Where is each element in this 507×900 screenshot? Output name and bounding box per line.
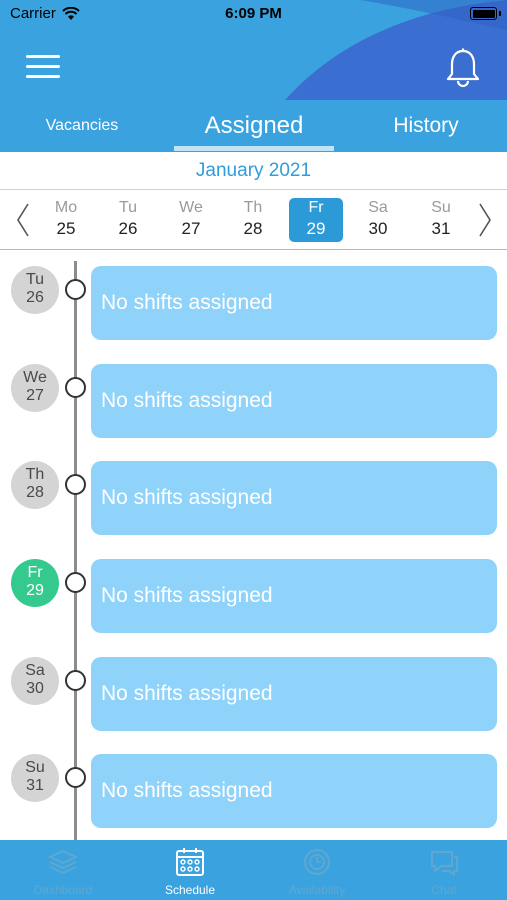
week-day-tu[interactable]: Tu 26 [101,198,155,242]
week-day-abbr: Su [431,199,451,216]
availability-icon [304,849,330,875]
status-time: 6:09 PM [225,5,282,22]
chevron-left-icon[interactable] [12,200,34,240]
battery-icon [470,7,497,20]
date-badge-abbr: Th [25,466,45,483]
date-badge: Tu 26 [11,266,59,314]
nav-label: Chat [431,883,457,897]
shift-card[interactable]: No shifts assigned [91,559,497,633]
date-badge: We 27 [11,364,59,412]
timeline-row: Th 28 No shifts assigned [0,461,507,537]
tab-bar: Vacancies Assigned History [0,100,507,152]
date-badge-number: 30 [26,680,44,697]
status-bar: Carrier 6:09 PM [0,0,507,30]
schedule-timeline: Tu 26 No shifts assigned We 27 No shifts… [0,251,507,841]
timeline-node-icon [65,670,86,691]
battery-tip [499,11,501,16]
week-day-we[interactable]: We 27 [164,198,218,242]
week-day-abbr: We [179,199,203,216]
bell-icon[interactable] [445,48,481,88]
menu-bar-icon [26,55,60,58]
calendar-icon [176,848,204,876]
tab-vacancies[interactable]: Vacancies [0,100,164,152]
date-badge-number: 28 [26,484,44,501]
timeline-row: Fr 29 No shifts assigned [0,559,507,635]
nav-dashboard[interactable]: Dashboard [0,840,126,900]
timeline-row: Su 31 No shifts assigned [0,754,507,830]
date-badge-abbr: Fr [27,564,43,581]
chevron-right-icon[interactable] [474,200,496,240]
app-header: Carrier 6:09 PM Vacancies Assigned Histo… [0,0,507,152]
tab-history[interactable]: History [344,100,507,152]
week-day-abbr: Th [243,199,263,216]
month-title: January 2021 [195,160,312,181]
nav-label: Availability [288,883,346,897]
timeline-node-icon [65,474,86,495]
week-day-abbr: Mo [54,199,78,216]
week-day-su[interactable]: Su 31 [414,198,468,242]
week-day-number: 25 [56,219,76,238]
date-badge-today: Fr 29 [11,559,59,607]
week-day-number: 29 [306,219,326,238]
shift-card[interactable]: No shifts assigned [91,657,497,731]
week-day-number: 26 [118,219,138,238]
timeline-node-icon [65,377,86,398]
shift-card[interactable]: No shifts assigned [91,461,497,535]
timeline-row: We 27 No shifts assigned [0,364,507,440]
timeline-node-icon [65,767,86,788]
week-day-th[interactable]: Th 28 [226,198,280,242]
shift-card[interactable]: No shifts assigned [91,266,497,340]
nav-label: Dashboard [33,883,93,897]
nav-schedule[interactable]: Schedule [127,840,253,900]
week-day-fr[interactable]: Fr 29 [289,198,343,242]
nav-chat[interactable]: Chat [381,840,507,900]
date-badge: Su 31 [11,754,59,802]
date-badge: Th 28 [11,461,59,509]
date-badge-number: 31 [26,777,44,794]
week-day-abbr: Tu [118,199,138,216]
nav-label: Schedule [164,883,216,897]
date-badge-abbr: Sa [25,662,45,679]
date-badge-number: 26 [26,289,44,306]
hamburger-menu-button[interactable] [26,55,60,81]
week-day-sa[interactable]: Sa 30 [351,198,405,242]
menu-bar-icon [26,75,60,78]
week-day-mo[interactable]: Mo 25 [39,198,93,242]
timeline-node-icon [65,279,86,300]
date-badge-abbr: Tu [25,271,45,288]
timeline-row: Tu 26 No shifts assigned [0,266,507,342]
shift-card[interactable]: No shifts assigned [91,754,497,828]
week-day-abbr: Sa [368,199,388,216]
bottom-navigation: Dashboard Schedule Availability Chat [0,840,507,900]
active-tab-indicator [174,146,334,151]
date-badge-abbr: Su [25,759,45,776]
nav-availability[interactable]: Availability [254,840,380,900]
timeline-node-icon [65,572,86,593]
week-day-abbr: Fr [308,199,324,216]
date-badge-number: 29 [26,582,44,599]
week-strip: Mo 25 Tu 26 We 27 Th 28 Fr 29 Sa 30 Su 3… [0,189,507,250]
date-badge-abbr: We [23,369,47,386]
menu-bar-icon [26,65,60,68]
week-day-number: 31 [431,219,451,238]
week-day-number: 27 [181,219,201,238]
date-badge-number: 27 [26,387,44,404]
tab-assigned[interactable]: Assigned [172,100,336,152]
shift-card[interactable]: No shifts assigned [91,364,497,438]
chat-icon [431,851,458,876]
dashboard-icon [47,849,79,875]
week-day-number: 28 [243,219,263,238]
date-badge: Sa 30 [11,657,59,705]
timeline-row: Sa 30 No shifts assigned [0,657,507,733]
week-day-number: 30 [368,219,388,238]
